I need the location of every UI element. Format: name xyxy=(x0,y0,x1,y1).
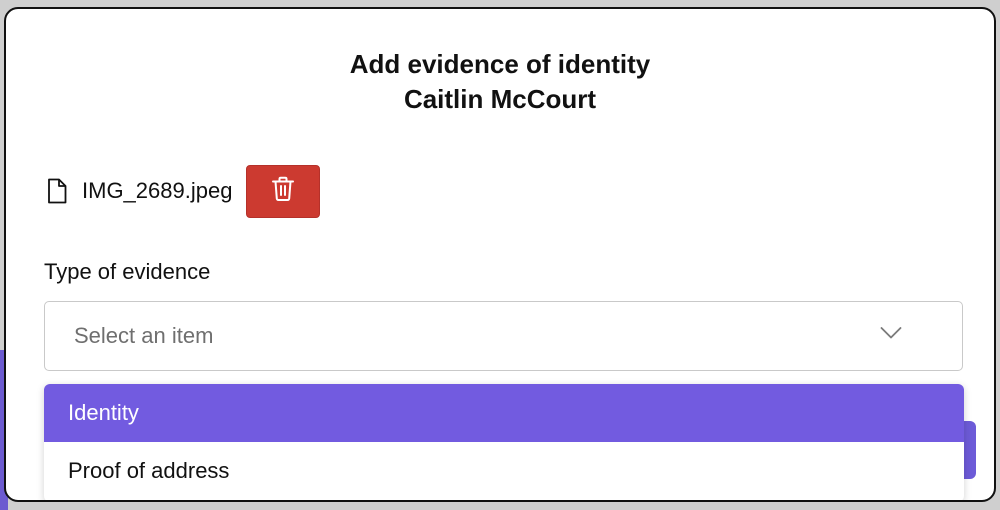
delete-file-button[interactable] xyxy=(246,164,321,218)
evidence-type-select[interactable]: Select an item xyxy=(44,301,963,371)
chevron-down-icon xyxy=(880,326,902,345)
modal-title-heading: Add evidence of identity xyxy=(349,49,651,79)
select-placeholder: Select an item xyxy=(74,323,214,348)
trash-icon xyxy=(271,176,295,207)
evidence-type-label: Type of evidence xyxy=(44,259,211,284)
option-identity[interactable]: Identity xyxy=(44,384,964,442)
file-name: IMG_2689.jpeg xyxy=(82,178,233,203)
option-proof-of-address[interactable]: Proof of address xyxy=(44,442,964,500)
file-icon xyxy=(46,178,68,204)
modal-title-person-name: Caitlin McCourt xyxy=(403,84,597,114)
evidence-type-dropdown: Identity Proof of address xyxy=(44,384,964,500)
add-evidence-modal: Add evidence of identity Caitlin McCourt… xyxy=(4,7,996,502)
modal-title: Add evidence of identity Caitlin McCourt xyxy=(6,47,994,117)
uploaded-file-row: IMG_2689.jpeg xyxy=(46,164,321,218)
